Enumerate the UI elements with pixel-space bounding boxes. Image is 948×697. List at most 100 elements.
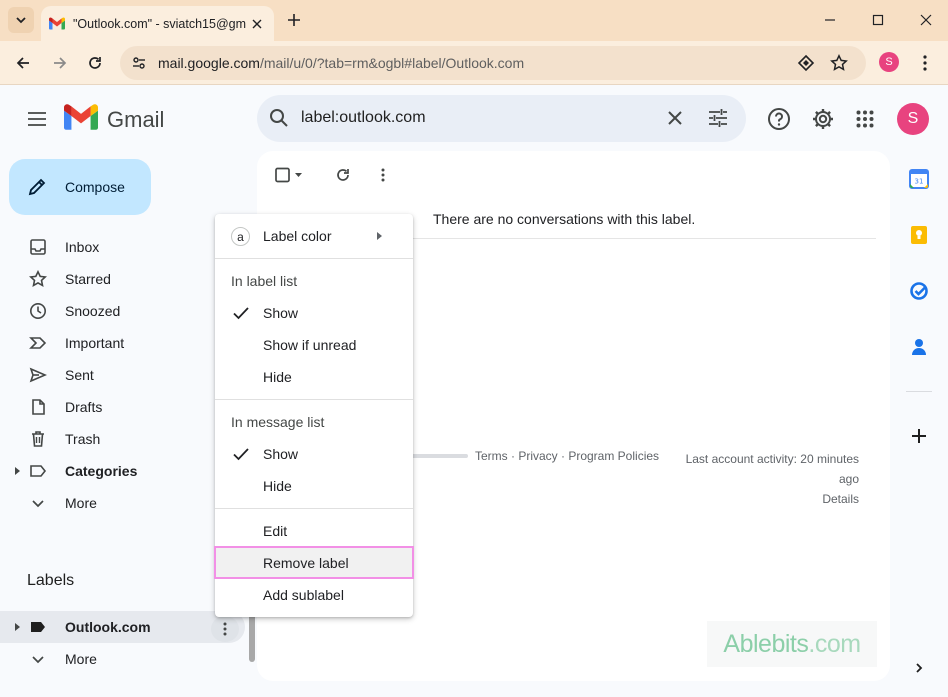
tab-search-button[interactable] xyxy=(8,7,34,33)
sidebar-item-trash[interactable]: Trash xyxy=(0,423,245,455)
address-bar[interactable]: mail.google.com/mail/u/0/?tab=rm&ogbl#la… xyxy=(120,46,866,80)
menu-item-label: Remove label xyxy=(263,554,349,571)
calendar-addon-icon[interactable]: 31 xyxy=(906,166,932,192)
check-icon xyxy=(233,448,249,461)
chevron-right-icon xyxy=(916,663,923,673)
sidebar-label-outlook[interactable]: Outlook.com xyxy=(0,611,245,643)
account-avatar[interactable]: S xyxy=(897,103,929,135)
support-button[interactable] xyxy=(765,105,793,133)
arrow-left-icon xyxy=(16,57,29,69)
trash-icon xyxy=(28,429,48,449)
sidebar-labels-more[interactable]: More xyxy=(0,643,245,675)
maximize-button[interactable] xyxy=(863,8,893,32)
tasks-addon-icon[interactable] xyxy=(906,278,932,304)
compose-label: Compose xyxy=(65,179,125,195)
keep-addon-icon[interactable] xyxy=(906,222,932,248)
menu-separator xyxy=(215,508,413,509)
settings-button[interactable] xyxy=(809,105,837,133)
draft-icon xyxy=(28,397,48,417)
browser-tab[interactable]: "Outlook.com" - sviatch15@gm xyxy=(41,6,274,41)
rail-divider xyxy=(906,391,932,392)
menu-item-label-list-show-if-unread[interactable]: Show if unread xyxy=(215,329,413,361)
sidebar-item-label: Outlook.com xyxy=(65,619,151,635)
url-path: /mail/u/0/?tab=rm&ogbl#label/Outlook.com xyxy=(259,55,525,71)
footer-links[interactable]: Terms · Privacy · Program Policies xyxy=(475,449,659,463)
search-bar[interactable]: label:outlook.com xyxy=(257,95,746,142)
reload-button[interactable] xyxy=(82,50,108,76)
compose-button[interactable]: Compose xyxy=(9,159,151,215)
ablebits-watermark: Ablebits .com xyxy=(707,621,877,667)
gmail-logo-icon[interactable] xyxy=(64,103,98,131)
sidebar-item-important[interactable]: Important xyxy=(0,327,245,359)
menu-item-message-list-show[interactable]: Show xyxy=(215,438,413,470)
site-settings-icon[interactable] xyxy=(129,53,149,73)
window-close-button[interactable] xyxy=(911,8,941,32)
gear-icon xyxy=(813,109,833,129)
browser-menu-button[interactable] xyxy=(912,50,938,76)
chevron-down-icon xyxy=(16,17,26,24)
menu-item-label-color[interactable]: a Label color xyxy=(215,220,413,252)
watermark-domain: .com xyxy=(808,629,861,658)
label-options-button[interactable] xyxy=(211,616,239,642)
menu-item-edit[interactable]: Edit xyxy=(215,515,413,547)
sidebar-item-label: More xyxy=(65,495,97,511)
sidebar-item-snoozed[interactable]: Snoozed xyxy=(0,295,245,327)
forward-button[interactable] xyxy=(47,50,73,76)
sidebar-item-inbox[interactable]: Inbox xyxy=(0,231,245,263)
more-actions-button[interactable] xyxy=(371,163,395,187)
sidebar-item-sent[interactable]: Sent xyxy=(0,359,245,391)
lens-icon[interactable] xyxy=(796,53,816,73)
tab-close-button[interactable] xyxy=(248,15,266,33)
new-tab-button[interactable] xyxy=(282,8,306,32)
label-filled-icon xyxy=(28,617,48,637)
search-icon[interactable] xyxy=(265,104,293,132)
clear-search-button[interactable] xyxy=(661,104,689,132)
menu-item-label-list-hide[interactable]: Hide xyxy=(215,361,413,393)
menu-item-label: Hide xyxy=(263,369,292,385)
apps-button[interactable] xyxy=(851,105,879,133)
bookmark-star-icon[interactable] xyxy=(829,53,849,73)
main-menu-button[interactable] xyxy=(22,106,52,132)
help-icon xyxy=(768,108,790,130)
sidebar-item-label: Categories xyxy=(65,463,138,479)
url-host: mail.google.com xyxy=(158,55,260,71)
tune-icon xyxy=(709,109,727,127)
menu-section-label-list: In label list xyxy=(231,273,298,289)
hamburger-icon xyxy=(28,112,46,126)
activity-details-link[interactable]: Details xyxy=(665,489,859,509)
more-vertical-icon xyxy=(381,168,385,182)
contacts-addon-icon[interactable] xyxy=(906,334,932,360)
menu-separator xyxy=(215,258,413,259)
label-icon xyxy=(28,461,48,481)
menu-item-add-sublabel[interactable]: Add sublabel xyxy=(215,579,413,611)
expand-arrow-icon[interactable] xyxy=(15,623,20,631)
expand-panel-button[interactable] xyxy=(906,655,932,681)
menu-item-remove-label[interactable]: Remove label xyxy=(214,546,414,579)
sidebar-item-drafts[interactable]: Drafts xyxy=(0,391,245,423)
sidebar-item-label: Starred xyxy=(65,271,111,287)
menu-item-message-list-hide[interactable]: Hide xyxy=(215,470,413,502)
sidebar-item-more[interactable]: More xyxy=(0,487,245,519)
sidebar-item-starred[interactable]: Starred xyxy=(0,263,245,295)
browser-profile-avatar[interactable]: S xyxy=(879,52,899,72)
checkbox-icon xyxy=(275,167,302,183)
search-input[interactable]: label:outlook.com xyxy=(301,109,426,127)
minimize-button[interactable] xyxy=(815,8,845,32)
activity-text-line2: ago xyxy=(838,472,859,486)
sidebar-item-categories[interactable]: Categories xyxy=(0,455,245,487)
more-vertical-icon xyxy=(223,622,227,636)
refresh-button[interactable] xyxy=(331,163,355,187)
menu-item-label-list-show[interactable]: Show xyxy=(215,297,413,329)
back-button[interactable] xyxy=(10,50,36,76)
arrow-right-icon xyxy=(54,57,67,69)
expand-arrow-icon[interactable] xyxy=(15,467,20,475)
important-icon xyxy=(28,333,48,353)
select-checkbox[interactable] xyxy=(271,163,307,187)
sidebar-item-label: Drafts xyxy=(65,399,103,415)
chevron-down-icon xyxy=(28,649,48,669)
storage-usage-bar[interactable] xyxy=(405,454,468,458)
search-options-button[interactable] xyxy=(704,104,732,132)
get-addons-button[interactable] xyxy=(906,423,932,449)
address-text: mail.google.com/mail/u/0/?tab=rm&ogbl#la… xyxy=(158,55,524,71)
sidebar-scrollbar[interactable] xyxy=(249,612,255,662)
